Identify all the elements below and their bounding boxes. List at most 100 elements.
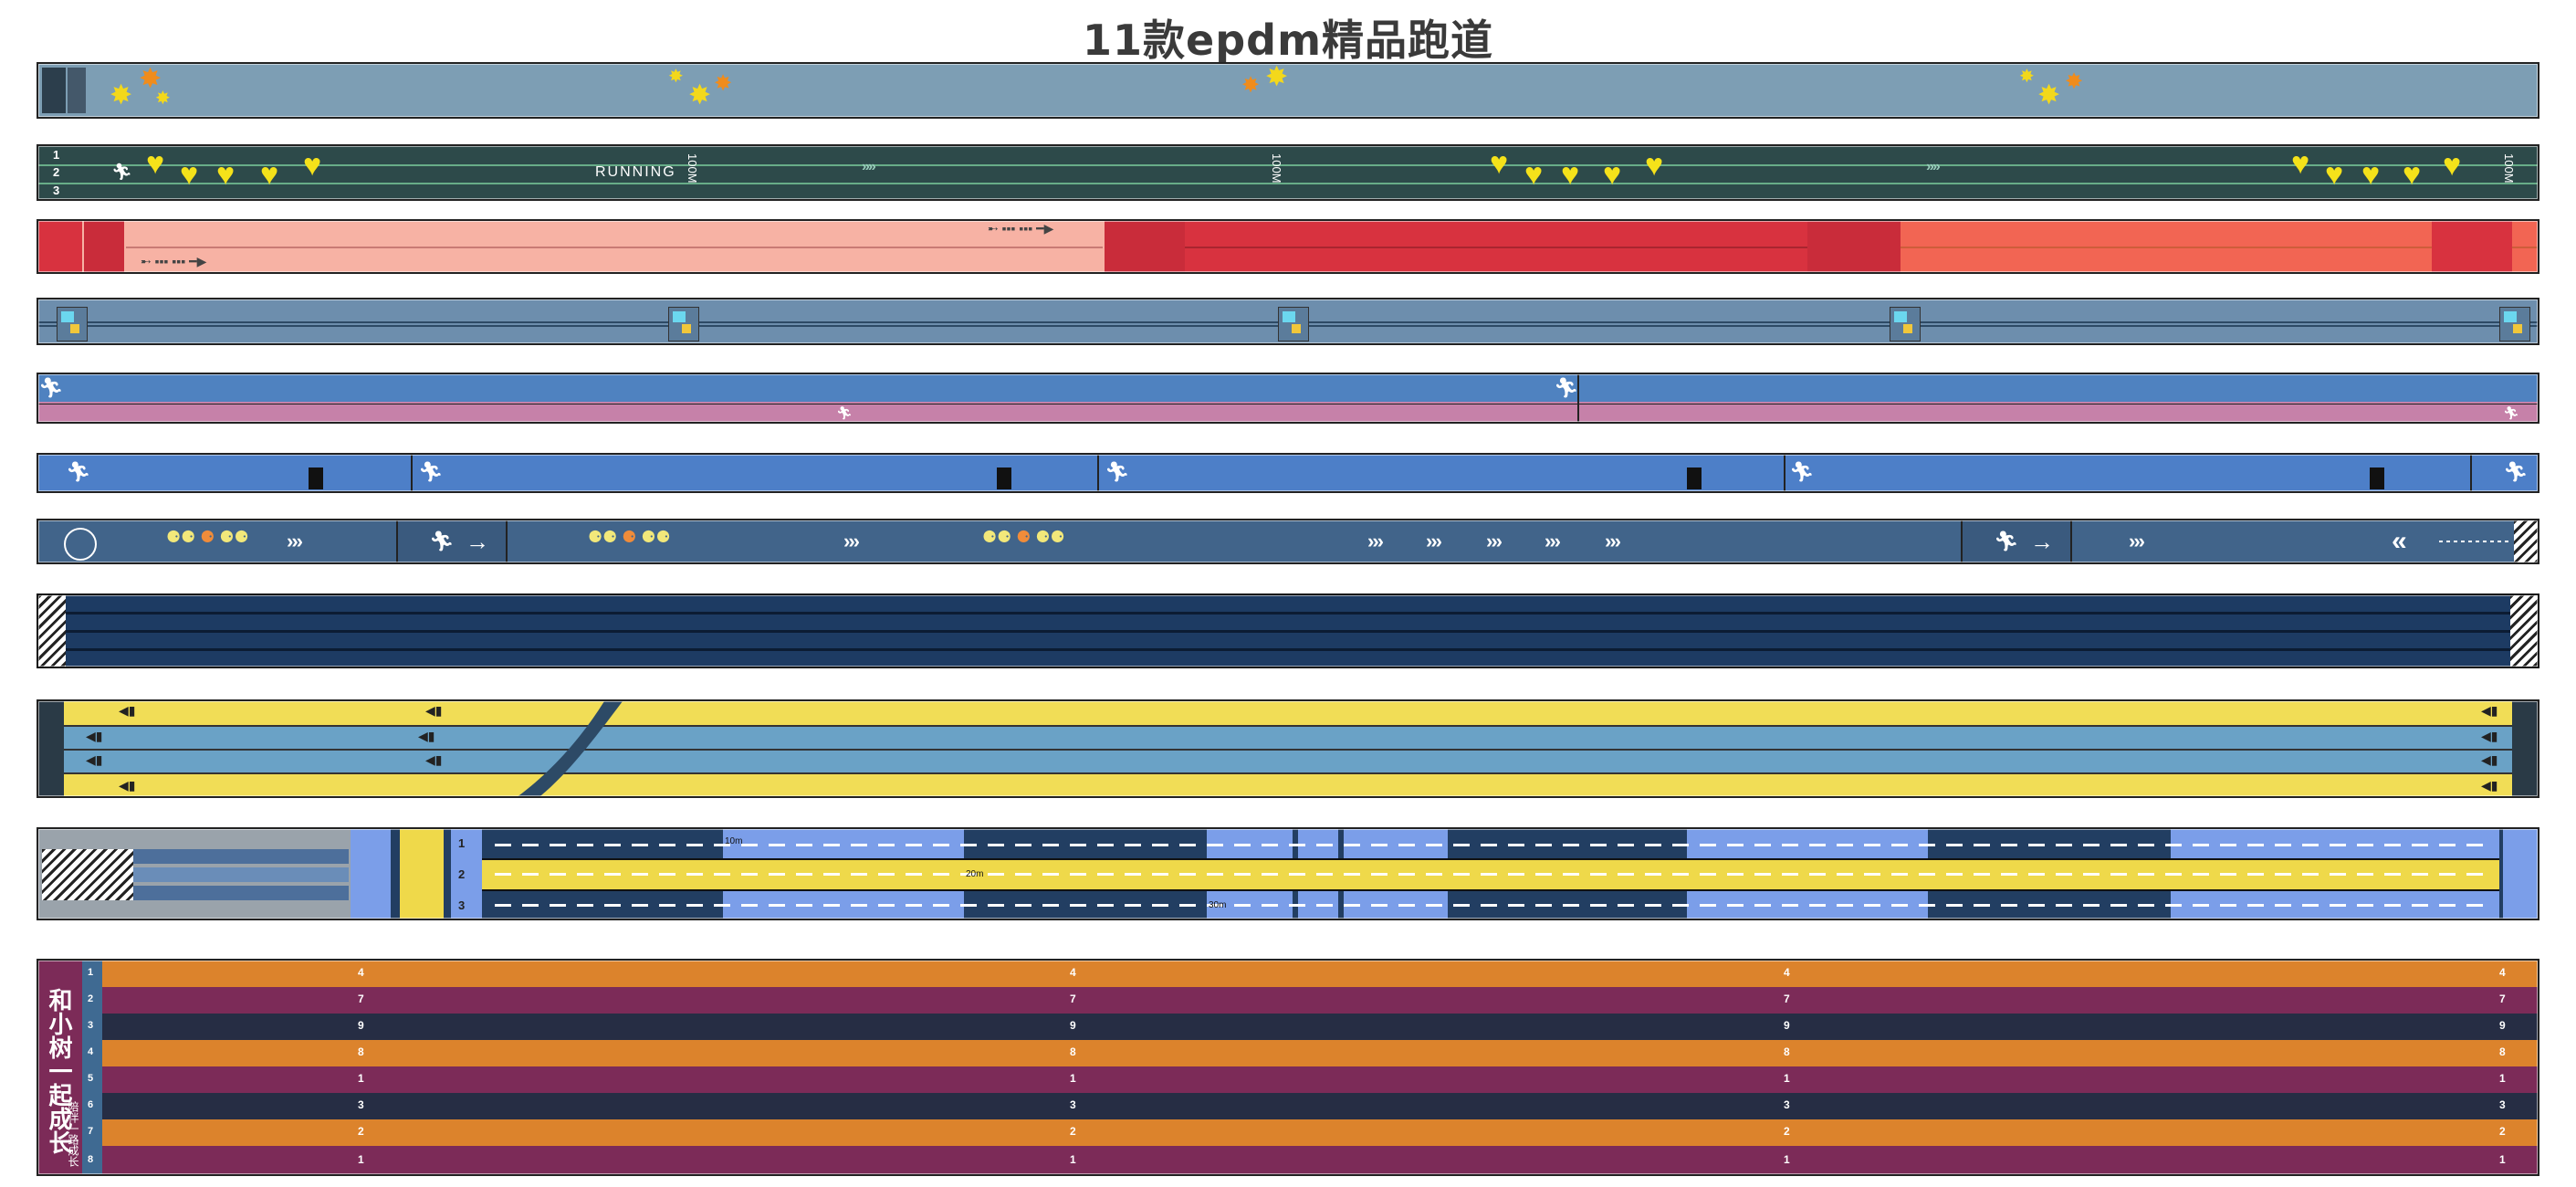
lane-mark: 3 <box>1070 1098 1076 1111</box>
chevron-icon: ››› <box>1605 530 1621 552</box>
track-5-mauve-lane <box>38 402 2538 422</box>
lane-mark: 2 <box>2499 1125 2506 1138</box>
heart-icon: ♥ <box>1645 148 1664 183</box>
heart-icon: ♥ <box>2291 146 2310 181</box>
arrow-right-icon: → <box>466 528 489 555</box>
maple-leaf-icon: ✸ <box>155 89 171 109</box>
heart-icon: ♥ <box>2403 157 2422 192</box>
banner-block: 和小树一起成长 陪伴一路成长 <box>38 961 82 1174</box>
lane <box>102 1066 2538 1094</box>
maple-leaf-icon: ✸ <box>110 80 133 110</box>
lane-number: 1 <box>53 148 60 162</box>
footprints-icon: ◀▮ <box>418 729 435 743</box>
maple-leaf-icon: ✸ <box>2019 67 2035 87</box>
lane <box>102 1119 2538 1147</box>
lane-mark: 3 <box>358 1098 364 1111</box>
lane-4 <box>64 774 2512 796</box>
footprints-icon: ◀▮ <box>2481 703 2498 718</box>
track-3-start-block <box>38 221 82 272</box>
heart-icon: ♥ <box>1524 157 1544 192</box>
lane-number: 7 <box>88 1126 94 1137</box>
lane-mark: 8 <box>1784 1045 1790 1058</box>
lane-mark: 1 <box>1784 1072 1790 1085</box>
heart-icon: ♥ <box>1603 157 1622 192</box>
lane-number: 2 <box>458 867 466 881</box>
lane-number: 3 <box>458 898 466 912</box>
sign-block <box>57 307 88 341</box>
maple-leaf-icon: ✸ <box>714 71 733 96</box>
lane-mark: 7 <box>2499 993 2506 1005</box>
lane-mark: 9 <box>358 1019 364 1032</box>
runner-icon: 🏃︎ <box>1554 376 1579 399</box>
arrow-right-icon: ➸ ▪▪▪ ▪▪▪ ━▶ <box>141 254 207 268</box>
runner-icon: 🏃︎ <box>429 530 455 552</box>
footprints-icon: ◀▮ <box>2481 729 2498 743</box>
lane-mark: 1 <box>358 1072 364 1085</box>
chevron-icon: ››› <box>1545 530 1561 552</box>
runner-icon: 🏃︎ <box>111 163 132 181</box>
lane-mark: 4 <box>1070 966 1076 979</box>
page-title: 11款epdm精品跑道 <box>1083 16 1493 65</box>
lane-mark: 2 <box>1784 1125 1790 1138</box>
track-6: 🏃︎ 🏃︎ 🏃︎ 🏃︎ 🏃︎ <box>37 453 2539 493</box>
runner-icon: 🏃︎ <box>2503 460 2529 483</box>
start-circle-icon <box>64 528 97 561</box>
footprints-icon: ◀▮ <box>425 752 443 767</box>
heart-icon: ♥ <box>180 157 199 192</box>
distance-marker: 100M <box>2502 153 2516 184</box>
lane-mark: 4 <box>358 966 364 979</box>
lane-number: 3 <box>88 1020 94 1031</box>
lane-mark: 1 <box>358 1153 364 1166</box>
lane-mark: 1 <box>1070 1153 1076 1166</box>
heart-icon: ♥ <box>1561 157 1580 192</box>
footprints-icon: ◀▮ <box>119 778 136 793</box>
lane-mark: 9 <box>1070 1019 1076 1032</box>
lane <box>102 987 2538 1014</box>
runner-icon: 🏃︎ <box>66 460 91 483</box>
heart-icon: ♥ <box>1490 146 1509 181</box>
lane-number: 8 <box>88 1154 94 1165</box>
lane-mark: 3 <box>1784 1098 1790 1111</box>
maple-leaf-icon: ✸ <box>1265 62 1289 92</box>
sign-block <box>2499 307 2530 341</box>
distance-marker: 100M <box>1270 153 1283 184</box>
lane-number: 4 <box>88 1046 94 1057</box>
heart-icon: ♥ <box>216 157 236 192</box>
arrow-right-icon: ➸ ▪▪▪ ▪▪▪ ━▶ <box>988 221 1054 236</box>
lane <box>102 961 2538 988</box>
lane-number: 5 <box>88 1073 94 1084</box>
lane <box>102 1093 2538 1120</box>
lane-mark: 2 <box>358 1125 364 1138</box>
lane-mark: 2 <box>1070 1125 1076 1138</box>
lane-number: 1 <box>88 967 94 978</box>
track-1-lane-block <box>68 68 86 113</box>
track-7: ⚈⚈ ⚈ ⚈⚈ ››› 🏃︎ → ⚈⚈ ⚈ ⚈⚈ ››› ⚈⚈ ⚈ ⚈⚈ ›››… <box>37 519 2539 564</box>
chevron-icon: ››› <box>2129 530 2145 552</box>
track-3: ➸ ▪▪▪ ▪▪▪ ━▶ ➸ ▪▪▪ ▪▪▪ ━▶ 🏃︎ <box>37 219 2539 274</box>
runner-icon: 🏃︎ <box>1789 460 1815 483</box>
maple-leaf-icon: ✸ <box>2037 80 2061 110</box>
footprints-icon: ◀▮ <box>425 703 443 718</box>
chevron-icon: ››› <box>287 530 303 552</box>
chevron-icon: « <box>2392 526 2407 556</box>
track-8 <box>37 594 2539 668</box>
distance-marker: 100M <box>686 153 699 184</box>
lane-mark: 7 <box>1070 993 1076 1005</box>
sign-block <box>668 307 699 341</box>
chevron-icon: ››› <box>1367 530 1384 552</box>
heart-icon: ♥ <box>146 146 165 181</box>
runner-icon: 🏃︎ <box>1105 460 1130 483</box>
curve-divider <box>518 701 623 796</box>
heart-icon: ♥ <box>303 148 322 183</box>
runner-icon: 🏃︎ <box>2503 405 2519 420</box>
footprints-icon: ⚈⚈ ⚈ ⚈⚈ <box>982 528 1065 546</box>
lane-number: 6 <box>88 1099 94 1110</box>
track-3-lane-block <box>84 221 124 272</box>
chevron-icon: »» <box>862 159 876 174</box>
lane-number: 1 <box>458 836 466 850</box>
lane-mark: 8 <box>358 1045 364 1058</box>
lane <box>102 1040 2538 1067</box>
distance-label: 30m <box>1209 900 1227 910</box>
track-10: 1 2 3 10m 20m 30m <box>37 827 2539 920</box>
track-1-start-block <box>42 68 66 113</box>
